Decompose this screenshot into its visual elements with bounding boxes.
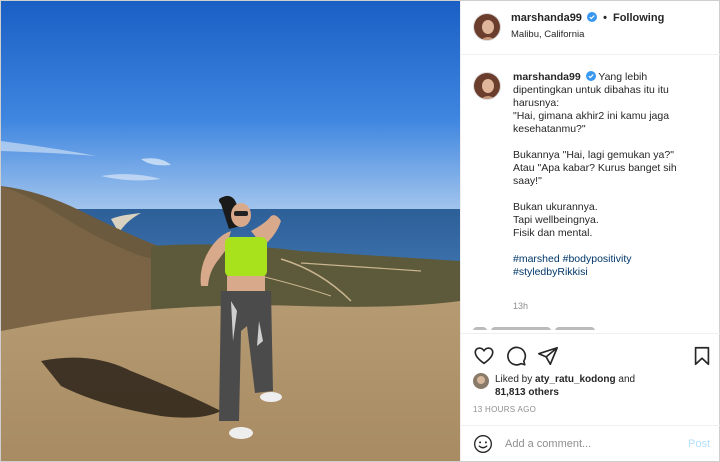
avatar-image: [474, 14, 500, 40]
verified-badge-icon: [587, 12, 597, 22]
caption-username[interactable]: marshanda99: [513, 71, 581, 83]
post-side-panel: marshanda99 • Following Malibu, Californ…: [460, 1, 720, 461]
emoji-icon[interactable]: [473, 434, 493, 454]
following-button[interactable]: Following: [613, 12, 664, 24]
post-photo[interactable]: [1, 1, 460, 461]
hashtag-link[interactable]: #styledbyRikkisi: [513, 266, 588, 278]
username-link[interactable]: marshanda99: [511, 12, 582, 24]
action-bar: [461, 333, 720, 373]
partial-text: [555, 327, 595, 330]
hashtag-link[interactable]: #bodypositivity: [563, 253, 632, 265]
caption-line: Bukan ukurannya.: [513, 201, 598, 213]
comment-icon[interactable]: [505, 345, 527, 367]
location-link[interactable]: Malibu, California: [511, 29, 584, 40]
post-timestamp[interactable]: 13 HOURS AGO: [473, 405, 536, 414]
caption-line: Bukannya "Hai, lagi gemukan ya?": [513, 149, 674, 161]
likes-text: Liked by aty_ratu_kodong and 81,813 othe…: [495, 373, 715, 399]
bookmark-icon[interactable]: [691, 345, 713, 367]
caption-section: marshanda99 Yang lebih dipentingkan untu…: [461, 56, 720, 331]
liker-username[interactable]: aty_ratu_kodong: [535, 374, 616, 385]
likes-and: and: [618, 374, 636, 385]
likes-count[interactable]: 81,813 others: [495, 387, 559, 398]
caption-line: "Hai, gimana akhir2 ini kamu jaga keseha…: [513, 110, 670, 135]
caption-text: marshanda99 Yang lebih dipentingkan untu…: [513, 71, 703, 292]
caption-para-1: marshanda99 Yang lebih dipentingkan untu…: [513, 71, 703, 136]
caption-line: Fisik dan mental.: [513, 227, 593, 239]
verified-badge-icon: [585, 71, 596, 81]
comment-bar: Post: [461, 425, 720, 461]
caption-line: Tapi wellbeingnya.: [513, 214, 599, 226]
likes-prefix: Liked by: [495, 374, 533, 385]
liker-avatar[interactable]: [473, 373, 489, 389]
post-header: marshanda99 • Following Malibu, Californ…: [461, 1, 720, 55]
partial-text: [491, 327, 551, 330]
caption-avatar[interactable]: [473, 72, 501, 100]
next-comment-partial: [473, 322, 703, 330]
avatar-image: [474, 73, 500, 99]
post-comment-button[interactable]: Post: [688, 438, 710, 450]
liker-avatar-image: [473, 373, 489, 389]
partial-avatar: [473, 327, 487, 330]
avatar[interactable]: [473, 13, 501, 41]
caption-hashtags: #marshed #bodypositivity #styledbyRikkis…: [513, 253, 703, 279]
comment-input[interactable]: [505, 435, 675, 453]
caption-para-2: Bukannya "Hai, lagi gemukan ya?" Atau "A…: [513, 149, 703, 188]
photo-malibu-hillside: [1, 1, 460, 461]
header-user-line: marshanda99 • Following: [511, 12, 664, 24]
hashtag-link[interactable]: #marshed: [513, 253, 560, 265]
caption-para-3: Bukan ukurannya. Tapi wellbeingnya. Fisi…: [513, 201, 703, 240]
share-icon[interactable]: [537, 345, 559, 367]
separator-dot: •: [603, 12, 607, 24]
caption-line: Atau "Apa kabar? Kurus banget sih saay!": [513, 162, 677, 187]
caption-time: 13h: [513, 301, 529, 311]
heart-icon[interactable]: [473, 345, 495, 367]
